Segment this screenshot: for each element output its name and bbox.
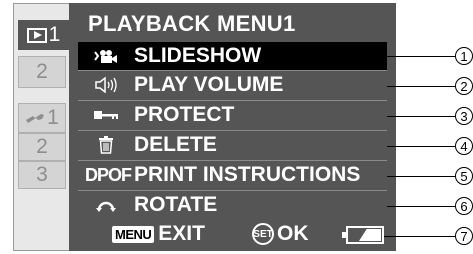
menu-item-delete[interactable]: DELETE bbox=[78, 131, 387, 159]
playback-icon bbox=[26, 27, 47, 43]
key-protect-icon bbox=[78, 109, 134, 121]
callout-number: 5 bbox=[455, 167, 473, 185]
callout-number: 7 bbox=[455, 227, 473, 245]
tab-playback-1[interactable]: 1 bbox=[18, 20, 69, 50]
callout-number: 6 bbox=[455, 197, 473, 215]
menu-item-label: PLAY VOLUME bbox=[134, 73, 284, 96]
tab-setup-1[interactable]: 1 bbox=[18, 103, 66, 133]
speaker-volume-icon bbox=[78, 77, 134, 93]
menu-item-label: SLIDESHOW bbox=[134, 44, 262, 67]
tab-label: 2 bbox=[36, 135, 48, 158]
tab-label: 2 bbox=[36, 60, 48, 83]
rotate-icon bbox=[78, 196, 134, 214]
menu-item-label: PRINT INSTRUCTIONS bbox=[134, 163, 361, 186]
slideshow-icon bbox=[78, 47, 134, 65]
menu-item-play-volume[interactable]: PLAY VOLUME bbox=[78, 71, 387, 99]
tab-label: 3 bbox=[36, 163, 48, 186]
menu-title: PLAYBACK MENU1 bbox=[88, 11, 296, 36]
set-key: SET bbox=[252, 223, 274, 245]
callout-leader bbox=[387, 176, 455, 177]
tab-setup-2[interactable]: 2 bbox=[18, 133, 66, 161]
tab-setup-3[interactable]: 3 bbox=[18, 161, 66, 189]
setup-wrench-icon bbox=[26, 114, 45, 123]
tab-number: 1 bbox=[48, 23, 61, 46]
menu-item-label: PROTECT bbox=[134, 103, 235, 126]
callout-leader bbox=[387, 146, 455, 147]
callout-leader bbox=[387, 206, 455, 207]
menu-item-label: ROTATE bbox=[134, 193, 218, 216]
callout-number: 4 bbox=[455, 137, 473, 155]
ok-label: OK bbox=[277, 222, 309, 245]
callout-number: 3 bbox=[455, 107, 473, 125]
menu-item-rotate[interactable]: ROTATE bbox=[78, 191, 387, 219]
callout-leader bbox=[387, 116, 455, 117]
menu-key: MENU bbox=[112, 225, 155, 243]
exit-label: EXIT bbox=[158, 222, 205, 245]
battery-icon bbox=[342, 226, 384, 244]
callout-number: 1 bbox=[455, 47, 473, 65]
callout-leader bbox=[384, 236, 455, 237]
menu-item-print-instructions[interactable]: DPOF PRINT INSTRUCTIONS bbox=[78, 161, 387, 189]
exit-control[interactable]: MENU EXIT bbox=[112, 222, 205, 246]
dpof-icon: DPOF bbox=[84, 164, 132, 185]
trash-icon bbox=[78, 136, 134, 154]
callout-leader bbox=[387, 56, 455, 57]
callout-number: 2 bbox=[455, 77, 473, 95]
menu-item-protect[interactable]: PROTECT bbox=[78, 101, 387, 129]
menu-item-label: DELETE bbox=[134, 133, 217, 156]
tab-number: 1 bbox=[47, 106, 59, 129]
callout-leader bbox=[387, 86, 455, 87]
ok-control[interactable]: SET OK bbox=[252, 222, 309, 246]
menu-item-slideshow[interactable]: SLIDESHOW bbox=[78, 42, 387, 70]
tab-playback-2[interactable]: 2 bbox=[18, 56, 66, 88]
